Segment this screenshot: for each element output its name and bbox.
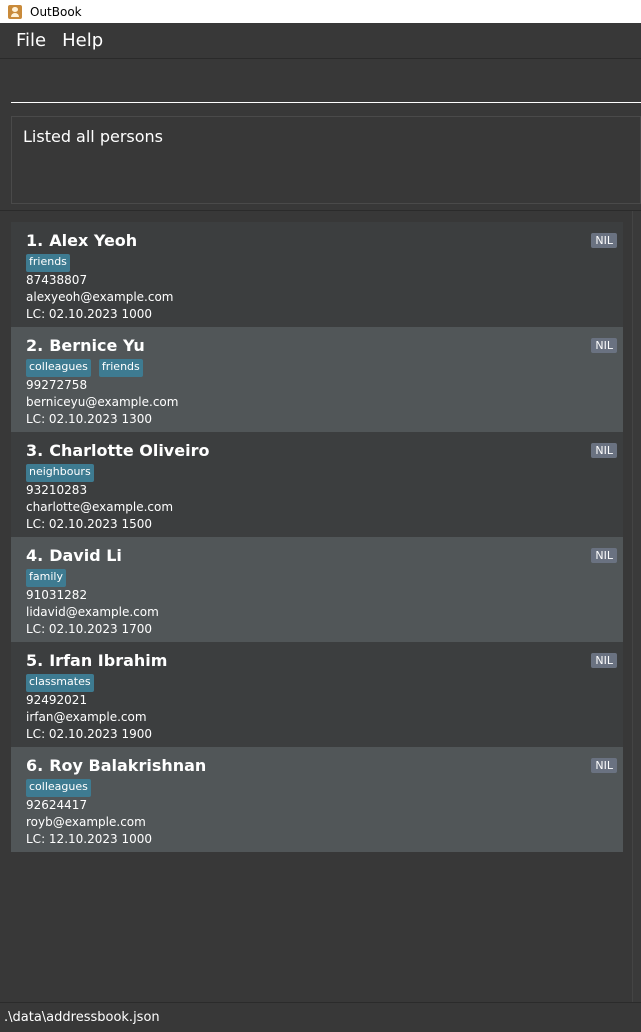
result-message: Listed all persons [23,127,164,146]
status-badge: NIL [591,548,617,563]
tag: colleagues [26,359,91,377]
result-display: Listed all persons [11,116,641,204]
email-address: royb@example.com [26,815,146,829]
status-badge: NIL [591,233,617,248]
title-bar: OutBook [0,0,641,23]
person-name-text: Irfan Ibrahim [49,651,168,670]
person-name-text: Alex Yeoh [49,231,138,250]
last-contacted: LC: 02.10.2023 1700 [26,622,152,636]
status-badge: NIL [591,338,617,353]
phone-number: 99272758 [26,378,88,392]
person-name: 3. Charlotte Oliveiro [26,441,608,463]
phone-number: 91031282 [26,588,88,602]
email-address: berniceyu@example.com [26,395,179,409]
tag: classmates [26,674,94,692]
person-name-text: Charlotte Oliveiro [49,441,210,460]
tag-list: neighbours [26,464,608,482]
window-title: OutBook [30,4,82,19]
person-index: 6. [26,756,44,775]
tag: friends [26,254,70,272]
person-index: 1. [26,231,44,250]
last-contacted: LC: 02.10.2023 1000 [26,307,152,321]
email-address: alexyeoh@example.com [26,290,174,304]
person-name-text: Bernice Yu [49,336,145,355]
person-name-text: Roy Balakrishnan [49,756,207,775]
person-name: 2. Bernice Yu [26,336,608,358]
tag-list: friends [26,254,608,272]
person-name: 1. Alex Yeoh [26,231,608,253]
person-list-panel: 1. Alex Yeoh friends 87438807 alexyeoh@examp… [0,210,641,1003]
tag-list: colleagues friends [26,359,608,377]
phone-number: 87438807 [26,273,88,287]
last-contacted: LC: 02.10.2023 1500 [26,517,152,531]
person-index: 3. [26,441,44,460]
person-card[interactable]: 1. Alex Yeoh friends 87438807 alexyeoh@examp… [11,222,623,327]
status-bar: .\data\addressbook.json [0,1002,641,1032]
person-list: 1. Alex Yeoh friends 87438807 alexyeoh@examp… [11,222,623,852]
person-card[interactable]: 2. Bernice Yu colleagues friends 99272758 ber… [11,327,623,432]
menu-file[interactable]: File [8,30,54,51]
command-box [0,59,641,111]
last-contacted: LC: 02.10.2023 1300 [26,412,152,426]
person-name-text: David Li [49,546,122,565]
tag: friends [98,359,143,377]
person-index: 2. [26,336,44,355]
tag: family [26,569,66,587]
email-address: charlotte@example.com [26,500,174,514]
last-contacted: LC: 02.10.2023 1900 [26,727,152,741]
menu-bar: File Help [0,23,641,59]
tag-list: family [26,569,608,587]
email-address: lidavid@example.com [26,605,159,619]
tag-list: classmates [26,674,608,692]
status-badge: NIL [591,443,617,458]
person-index: 4. [26,546,44,565]
command-input[interactable] [11,65,641,103]
person-index: 5. [26,651,44,670]
phone-number: 92624417 [26,798,88,812]
person-card[interactable]: 4. David Li family 91031282 lidavid@example.… [11,537,623,642]
person-card[interactable]: 5. Irfan Ibrahim classmates 92492021 irfan@e… [11,642,623,747]
person-name: 6. Roy Balakrishnan [26,756,608,778]
save-location: .\data\addressbook.json [4,1010,160,1025]
phone-number: 93210283 [26,483,88,497]
person-name: 4. David Li [26,546,608,568]
menu-help[interactable]: Help [54,30,111,51]
status-badge: NIL [591,758,617,773]
phone-number: 92492021 [26,693,88,707]
status-badge: NIL [591,653,617,668]
scrollbar[interactable] [632,211,641,1003]
person-name: 5. Irfan Ibrahim [26,651,608,673]
email-address: irfan@example.com [26,710,147,724]
last-contacted: LC: 12.10.2023 1000 [26,832,152,846]
tag: neighbours [26,464,94,482]
app-logo-icon [8,4,22,19]
person-card[interactable]: 6. Roy Balakrishnan colleagues 92624417 royb… [11,747,623,852]
person-card[interactable]: 3. Charlotte Oliveiro neighbours 93210283 ch… [11,432,623,537]
tag: colleagues [26,779,91,797]
tag-list: colleagues [26,779,608,797]
